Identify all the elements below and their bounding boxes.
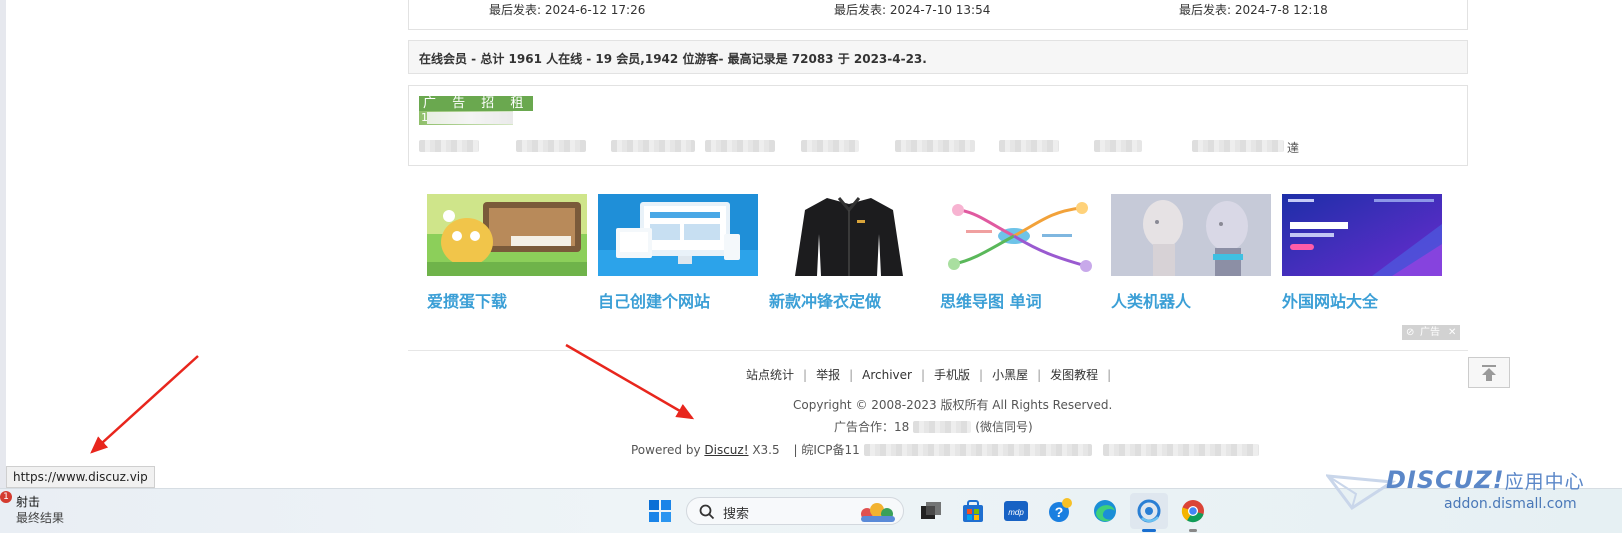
svg-text:?: ? [1055, 504, 1064, 520]
watermark-brand-text: DISCUZ! [1386, 466, 1505, 494]
annotation-arrows [90, 343, 695, 454]
watermark-brand: DISCUZ!应用中心 [1386, 466, 1585, 494]
search-highlight-icon [861, 503, 895, 522]
notification-badge: 1 [0, 491, 12, 503]
browser-app-icon[interactable] [1136, 498, 1162, 524]
watermark-url: addon.dismall.com [1444, 496, 1577, 512]
windows-start-icon[interactable] [647, 498, 673, 524]
taskbar-search-box[interactable]: 搜索 [686, 497, 904, 525]
widget-title[interactable]: 射击 [16, 493, 40, 510]
search-icon [699, 504, 715, 520]
help-icon[interactable]: ? [1047, 498, 1073, 524]
dismall-watermark: DISCUZ!应用中心 addon.dismall.com [1326, 466, 1616, 528]
widget-subtitle[interactable]: 最终结果 [16, 509, 64, 526]
svg-text:mdp: mdp [1008, 508, 1024, 517]
watermark-cn-text: 应用中心 [1504, 471, 1585, 493]
status-bar-url: https://www.discuz.vip [6, 466, 155, 488]
edge-icon[interactable] [1092, 498, 1118, 524]
mdp-app-icon[interactable]: mdp [1003, 498, 1029, 524]
task-view-icon[interactable] [918, 498, 944, 524]
search-label: 搜索 [723, 507, 750, 522]
store-icon[interactable] [960, 498, 986, 524]
annotation-arrow [565, 343, 695, 420]
annotation-arrow [90, 355, 199, 454]
chrome-icon[interactable] [1180, 498, 1206, 524]
